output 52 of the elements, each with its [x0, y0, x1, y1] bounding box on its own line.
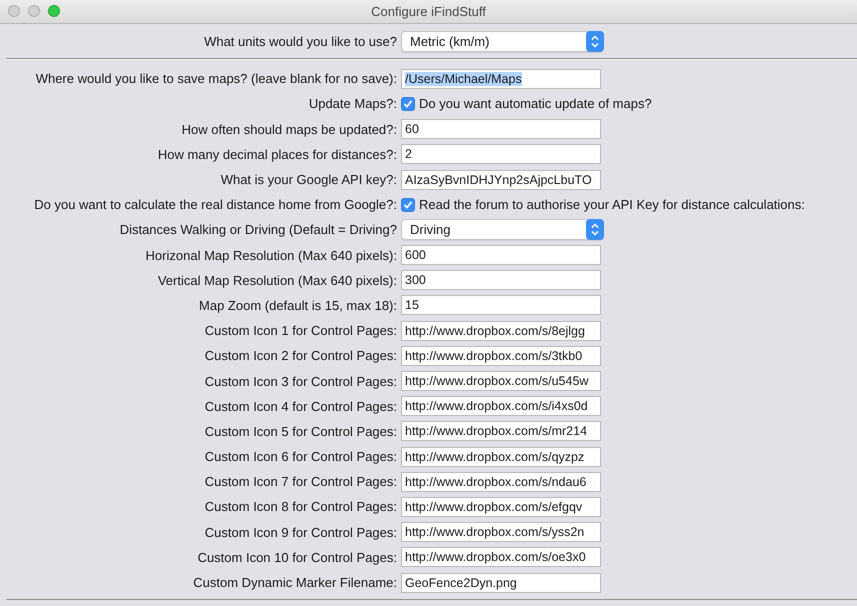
checkbox[interactable] [401, 96, 415, 111]
field-label: What is your Google API key?: [220, 172, 397, 188]
stepper-icon [586, 31, 604, 52]
text-field[interactable]: 2 [401, 144, 601, 164]
field-label: What units would you like to use? [203, 34, 397, 50]
field-label: Distances Walking or Driving (Default = Driving? [118, 222, 397, 238]
text-field[interactable]: 300 [401, 270, 601, 290]
text-field[interactable]: http://www.dropbox.com/s/i4xs0d [401, 396, 601, 416]
text-field[interactable]: 15 [401, 295, 601, 316]
text-field[interactable]: http://www.dropbox.com/s/ndau6 [401, 472, 601, 492]
field-label: Vertical Map Resolution (Max 640 pixels): [156, 272, 397, 288]
text-field[interactable]: GeoFence2Dyn.png [401, 572, 601, 593]
field-label: How many decimal places for distances?: [156, 146, 397, 162]
text-field[interactable]: 60 [401, 119, 601, 140]
field-label: Where would you like to save maps? (leave blank for no save): [34, 71, 397, 86]
field-label: Custom Icon 4 for Control Pages: [204, 398, 397, 414]
checkbox-label: Do you want automatic update of maps? [419, 96, 652, 112]
checkbox[interactable] [401, 198, 415, 212]
text-field[interactable]: http://www.dropbox.com/s/3tkb0 [401, 346, 601, 366]
text-field[interactable]: http://www.dropbox.com/s/8ejlgg [401, 320, 601, 341]
field-label: Custom Icon 1 for Control Pages: [204, 323, 397, 338]
dropdown[interactable]: Driving [401, 219, 604, 240]
zoom-button[interactable] [48, 5, 60, 17]
dropdown[interactable]: Metric (km/m) [401, 31, 604, 52]
field-label: Custom Icon 3 for Control Pages: [204, 374, 397, 389]
stepper-icon [586, 219, 604, 240]
text-field[interactable]: http://www.dropbox.com/s/oe3x0 [401, 547, 601, 568]
field-label: Custom Icon 6 for Control Pages: [204, 449, 397, 464]
field-label: How often should maps be updated?: [180, 122, 397, 137]
close-button[interactable] [8, 5, 20, 17]
field-label: Custom Icon 9 for Control Pages: [204, 524, 397, 540]
window-title: Configure iFindStuff [371, 4, 486, 19]
text-field[interactable]: http://www.dropbox.com/s/qyzpz [401, 446, 601, 467]
field-label: Do you want to calculate the real distance home from Google?: [33, 197, 397, 212]
field-label: Custom Icon 10 for Control Pages: [196, 550, 397, 565]
field-label: Custom Icon 5 for Control Pages: [204, 424, 397, 439]
text-field[interactable]: http://www.dropbox.com/s/efgqv [401, 496, 601, 517]
checkbox-label: Read the forum to authorise your API Key for distance calculations: [419, 197, 805, 212]
text-field[interactable]: http://www.dropbox.com/s/u545w [401, 371, 601, 392]
minimize-button[interactable] [28, 5, 40, 17]
field-label: Horizonal Map Resolution (Max 640 pixels): [144, 248, 397, 263]
text-field[interactable]: http://www.dropbox.com/s/mr214 [401, 421, 601, 442]
field-label: Custom Dynamic Marker Filename: [192, 575, 397, 590]
field-label: Custom Icon 2 for Control Pages: [204, 348, 397, 364]
field-label: Map Zoom (default is 15, max 18): [198, 298, 397, 313]
text-field[interactable]: AIzaSyBvnIDHJYnp2sAjpcLbuTO [401, 170, 601, 190]
field-label: Update Maps?: [308, 96, 397, 112]
text-field[interactable]: http://www.dropbox.com/s/yss2n [401, 522, 601, 542]
text-field[interactable]: 600 [401, 245, 601, 266]
field-label: Custom Icon 7 for Control Pages: [204, 474, 397, 490]
text-field[interactable]: /Users/Michael/Maps [401, 68, 601, 89]
field-label: Custom Icon 8 for Control Pages: [204, 499, 397, 514]
